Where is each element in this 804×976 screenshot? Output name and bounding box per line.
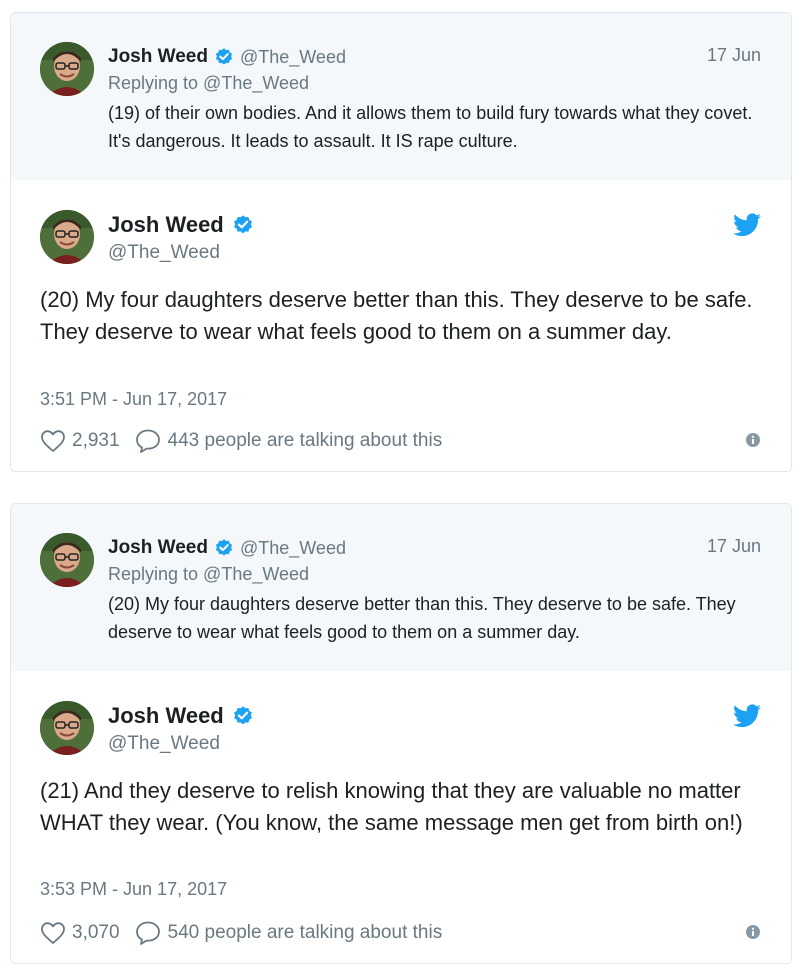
heart-icon[interactable] xyxy=(40,921,66,945)
parent-tweet[interactable]: Josh Weed @The_Weed 17 Jun Replying to @… xyxy=(11,504,791,671)
tweet-embed-card: Josh Weed @The_Weed 17 Jun Replying to @… xyxy=(10,503,792,964)
author-handle[interactable]: @The_Weed xyxy=(240,538,346,559)
tweet-timestamp[interactable]: 3:51 PM - Jun 17, 2017 xyxy=(40,389,227,410)
verified-badge-icon xyxy=(215,539,233,556)
like-count[interactable]: 3,070 xyxy=(72,922,120,944)
heart-icon[interactable] xyxy=(40,429,66,453)
verified-badge-icon xyxy=(233,706,252,725)
info-icon[interactable] xyxy=(745,924,761,940)
tweet-date[interactable]: 17 Jun xyxy=(707,45,761,66)
tweet-embed-card: Josh Weed @The_Weed 17 Jun Replying to @… xyxy=(10,12,792,472)
parent-header: Josh Weed @The_Weed xyxy=(108,45,346,69)
info-icon[interactable] xyxy=(745,432,761,448)
main-header: Josh Weed xyxy=(108,211,254,239)
reply-bubble-icon[interactable] xyxy=(134,920,162,946)
author-name[interactable]: Josh Weed xyxy=(108,537,208,559)
avatar[interactable] xyxy=(40,533,94,587)
tweet-date[interactable]: 17 Jun xyxy=(707,536,761,557)
tweet-timestamp[interactable]: 3:53 PM - Jun 17, 2017 xyxy=(40,879,227,900)
tweet-text: (21) And they deserve to relish knowing … xyxy=(40,778,743,835)
parent-tweet-text: (19) of their own bodies. And it allows … xyxy=(108,103,753,151)
twitter-bird-icon[interactable] xyxy=(733,704,761,728)
author-name[interactable]: Josh Weed xyxy=(108,212,224,238)
reply-bubble-icon[interactable] xyxy=(134,428,162,454)
tweet-actions: 3,070 540 people are talking about this xyxy=(40,919,442,947)
avatar[interactable] xyxy=(40,42,94,96)
verified-badge-icon xyxy=(215,48,233,65)
like-count[interactable]: 2,931 xyxy=(72,430,120,452)
replying-to: Replying to @The_Weed xyxy=(108,564,310,584)
main-header: Josh Weed xyxy=(108,702,254,730)
tweet-actions: 2,931 443 people are talking about this xyxy=(40,427,442,455)
twitter-bird-icon[interactable] xyxy=(733,213,761,237)
author-name[interactable]: Josh Weed xyxy=(108,46,208,68)
tweet-text: (20) My four daughters deserve better th… xyxy=(40,287,753,344)
author-handle[interactable]: @The_Weed xyxy=(108,733,220,755)
parent-header: Josh Weed @The_Weed xyxy=(108,536,346,560)
talking-about-link[interactable]: 540 people are talking about this xyxy=(168,922,443,944)
parent-tweet-text: (20) My four daughters deserve better th… xyxy=(108,594,736,642)
replying-to: Replying to @The_Weed xyxy=(108,73,310,93)
author-handle[interactable]: @The_Weed xyxy=(108,242,220,264)
avatar[interactable] xyxy=(40,701,94,755)
verified-badge-icon xyxy=(233,215,252,234)
author-name[interactable]: Josh Weed xyxy=(108,703,224,729)
avatar[interactable] xyxy=(40,210,94,264)
parent-tweet[interactable]: Josh Weed @The_Weed 17 Jun Replying to @… xyxy=(11,13,791,180)
author-handle[interactable]: @The_Weed xyxy=(240,47,346,68)
talking-about-link[interactable]: 443 people are talking about this xyxy=(168,430,443,452)
